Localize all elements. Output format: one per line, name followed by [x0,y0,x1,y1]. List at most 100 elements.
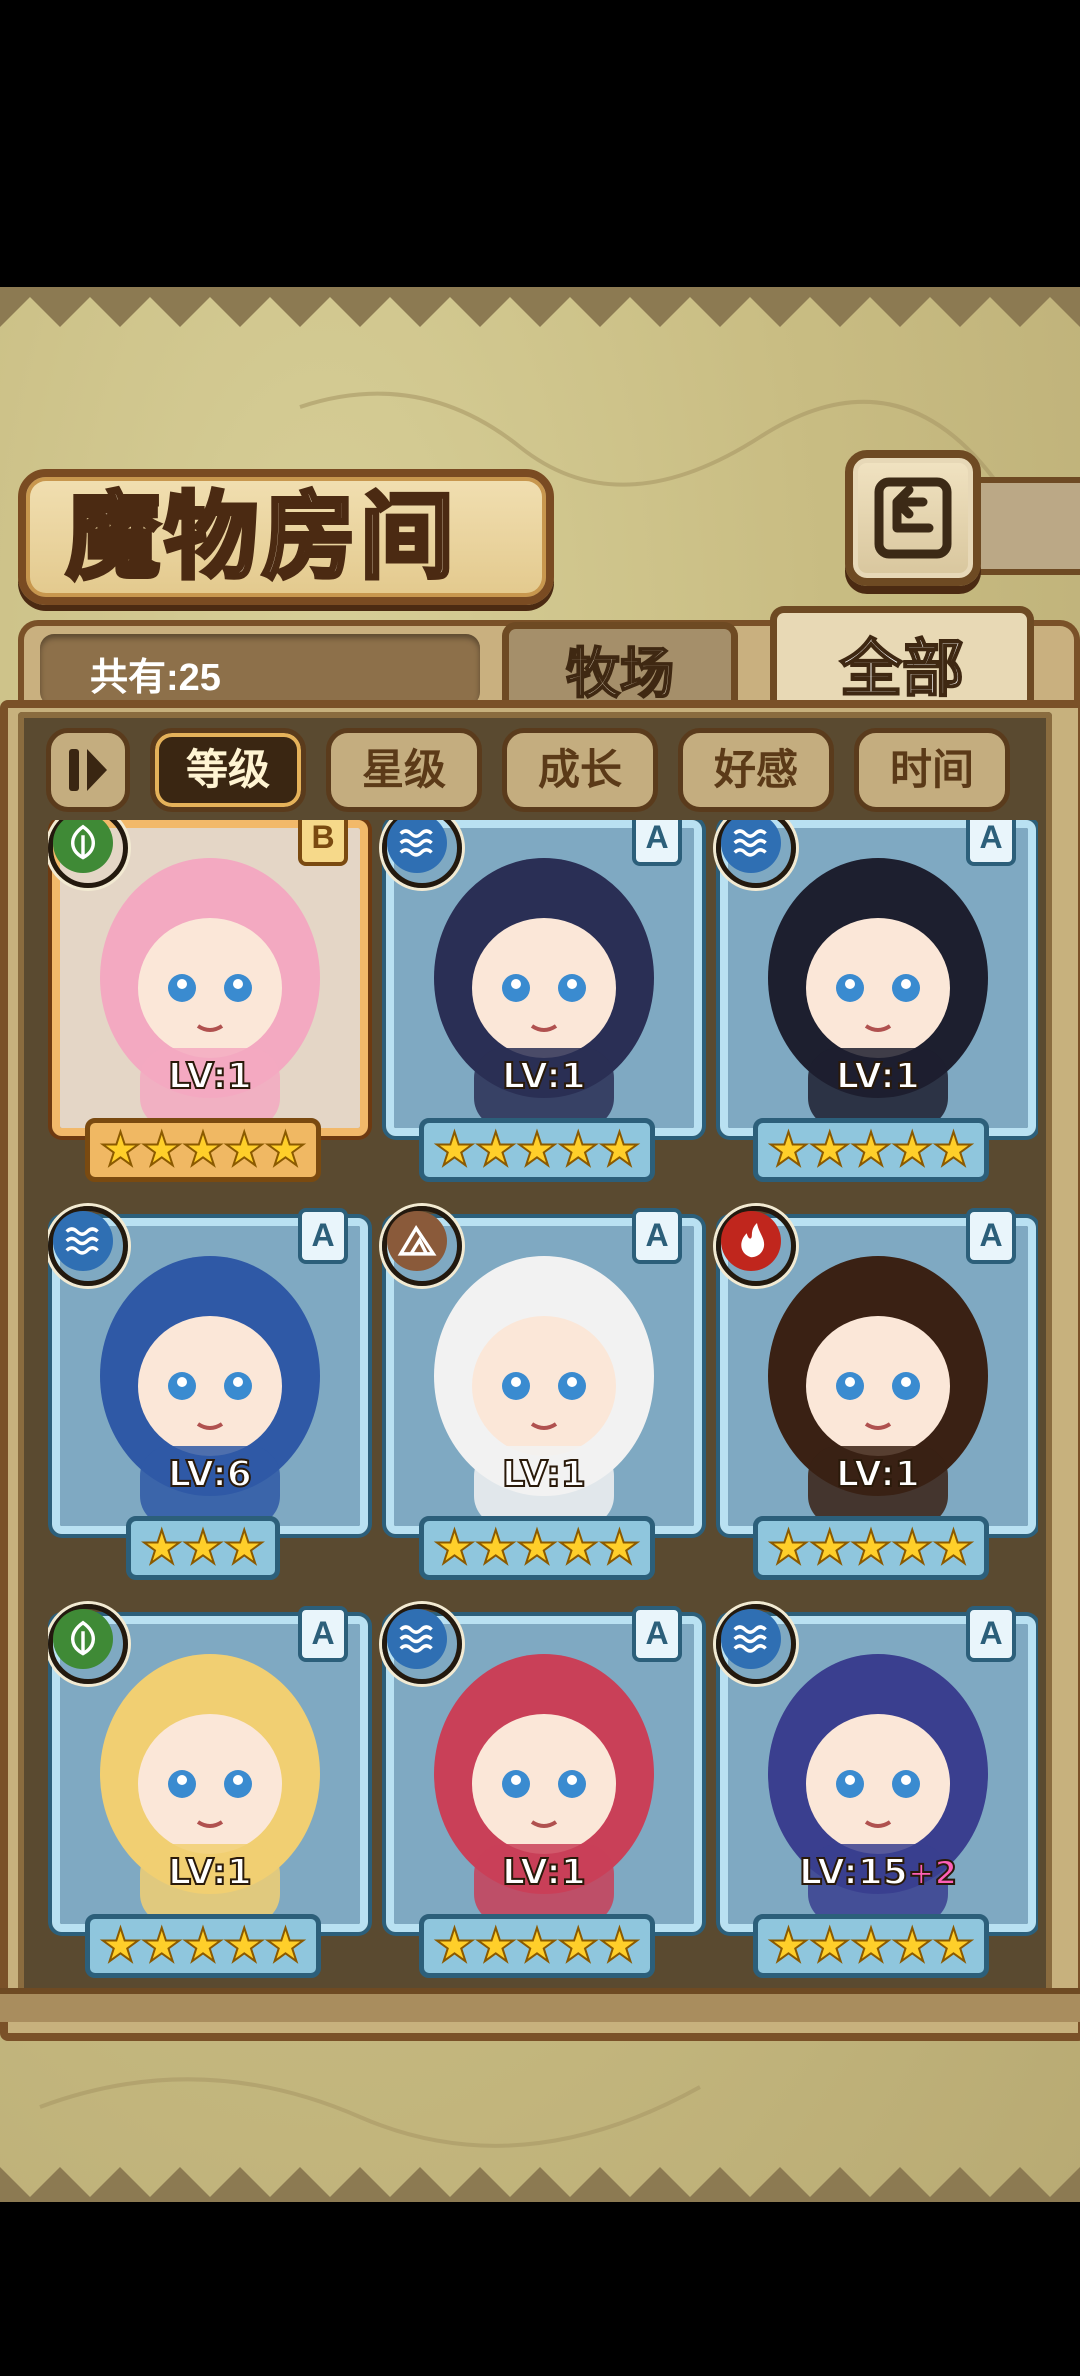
star-icon: ★ [808,1918,851,1972]
star-icon: ★ [557,1520,600,1574]
title-banner: 魔物房间 [18,469,554,605]
pause-button[interactable] [46,728,130,812]
star-icon: ★ [181,1520,224,1574]
monster-level: LV:1 [501,1055,587,1098]
fire-element-icon [716,1206,796,1286]
grade-badge: A [298,1606,348,1662]
grade-badge: A [966,1606,1016,1662]
monster-card[interactable]: LV:1 B ★★★★★ [48,820,368,1182]
star-icon: ★ [932,1918,975,1972]
star-rating: ★★★★★ [48,1118,358,1182]
star-icon: ★ [515,1520,558,1574]
monster-card[interactable]: LV:1 A ★★★★★ [382,1206,702,1580]
star-icon: ★ [433,1520,476,1574]
monster-card[interactable]: LV:1 A ★★★★★ [48,1604,368,1978]
water-element-icon [48,1206,128,1286]
star-rating: ★★★★★ [716,1118,1026,1182]
monster-grid: LV:1 B ★★★★★ LV:1 A ★★★★★ LV:1 A ★★★★★ L… [48,820,1038,2015]
back-button[interactable] [845,450,981,586]
monster-level: LV:1 [501,1453,587,1496]
star-icon: ★ [891,1918,934,1972]
star-bar: ★★★★★ [418,1516,656,1580]
page-title: 魔物房间 [64,482,459,592]
star-icon: ★ [474,1918,517,1972]
monster-card[interactable]: LV:1 A ★★★★★ [382,820,702,1182]
filter-star[interactable]: 星级 [326,728,482,812]
monster-level: LV:15+2 [798,1851,958,1894]
star-icon: ★ [433,1122,476,1176]
star-icon: ★ [767,1520,810,1574]
nature-element-icon [48,1604,128,1684]
star-rating: ★★★★★ [382,1914,692,1978]
star-bar: ★★★★★ [752,1118,990,1182]
filter-affection[interactable]: 好感 [678,728,834,812]
monster-card[interactable]: LV:6 A ★★★ [48,1206,368,1580]
monster-card[interactable]: LV:1 A ★★★★★ [382,1604,702,1978]
star-icon: ★ [433,1918,476,1972]
level-bonus: +2 [907,1853,958,1893]
star-icon: ★ [932,1122,975,1176]
star-icon: ★ [767,1918,810,1972]
star-rating: ★★★★★ [48,1914,358,1978]
monster-level: LV:6 [167,1453,253,1496]
star-icon: ★ [598,1122,641,1176]
star-bar: ★★★★★ [752,1914,990,1978]
monster-count: 共有:25 [90,657,221,699]
star-icon: ★ [264,1918,307,1972]
monster-level: LV:1 [501,1851,587,1894]
star-icon: ★ [849,1520,892,1574]
water-element-icon [382,1604,462,1684]
grade-badge: A [632,1606,682,1662]
star-rating: ★★★★★ [382,1516,692,1580]
grade-badge: A [632,820,682,866]
monster-level: LV:1 [835,1055,921,1098]
grade-badge: A [966,820,1016,866]
star-icon: ★ [932,1520,975,1574]
star-rating: ★★★ [48,1516,358,1580]
monster-card[interactable]: LV:15+2 A ★★★★★ [716,1604,1036,1978]
monster-card[interactable]: LV:1 A ★★★★★ [716,820,1036,1182]
filter-growth[interactable]: 成长 [502,728,658,812]
star-icon: ★ [891,1520,934,1574]
grade-badge: B [298,820,348,866]
earth-element-icon [382,1206,462,1286]
star-bar: ★★★★★ [752,1516,990,1580]
star-icon: ★ [474,1122,517,1176]
pause-icon [69,749,107,791]
star-icon: ★ [849,1918,892,1972]
filter-bar: 等级 星级 成长 好感 时间 [46,728,1046,812]
monster-level: LV:1 [835,1453,921,1496]
star-icon: ★ [223,1122,266,1176]
star-icon: ★ [99,1918,142,1972]
water-element-icon [716,1604,796,1684]
star-rating: ★★★★★ [716,1516,1026,1580]
panel-bottom-edge [0,1988,1080,2022]
monster-card[interactable]: LV:1 A ★★★★★ [716,1206,1036,1580]
star-icon: ★ [181,1122,224,1176]
monster-level: LV:1 [167,1851,253,1894]
star-icon: ★ [140,1520,183,1574]
star-icon: ★ [598,1918,641,1972]
grade-badge: A [632,1208,682,1264]
star-icon: ★ [767,1122,810,1176]
filter-time[interactable]: 时间 [854,728,1010,812]
grade-badge: A [298,1208,348,1264]
star-icon: ★ [140,1122,183,1176]
star-bar: ★★★★★ [84,1118,322,1182]
star-icon: ★ [181,1918,224,1972]
filter-level[interactable]: 等级 [150,728,306,812]
star-bar: ★★★ [126,1516,280,1580]
star-icon: ★ [515,1122,558,1176]
star-icon: ★ [223,1520,266,1574]
star-icon: ★ [99,1122,142,1176]
monster-count-box: 共有:25 [40,634,480,706]
star-icon: ★ [557,1122,600,1176]
star-icon: ★ [598,1520,641,1574]
star-bar: ★★★★★ [84,1914,322,1978]
star-icon: ★ [515,1918,558,1972]
star-icon: ★ [808,1122,851,1176]
star-rating: ★★★★★ [716,1914,1026,1978]
grade-badge: A [966,1208,1016,1264]
star-icon: ★ [223,1918,266,1972]
star-icon: ★ [557,1918,600,1972]
